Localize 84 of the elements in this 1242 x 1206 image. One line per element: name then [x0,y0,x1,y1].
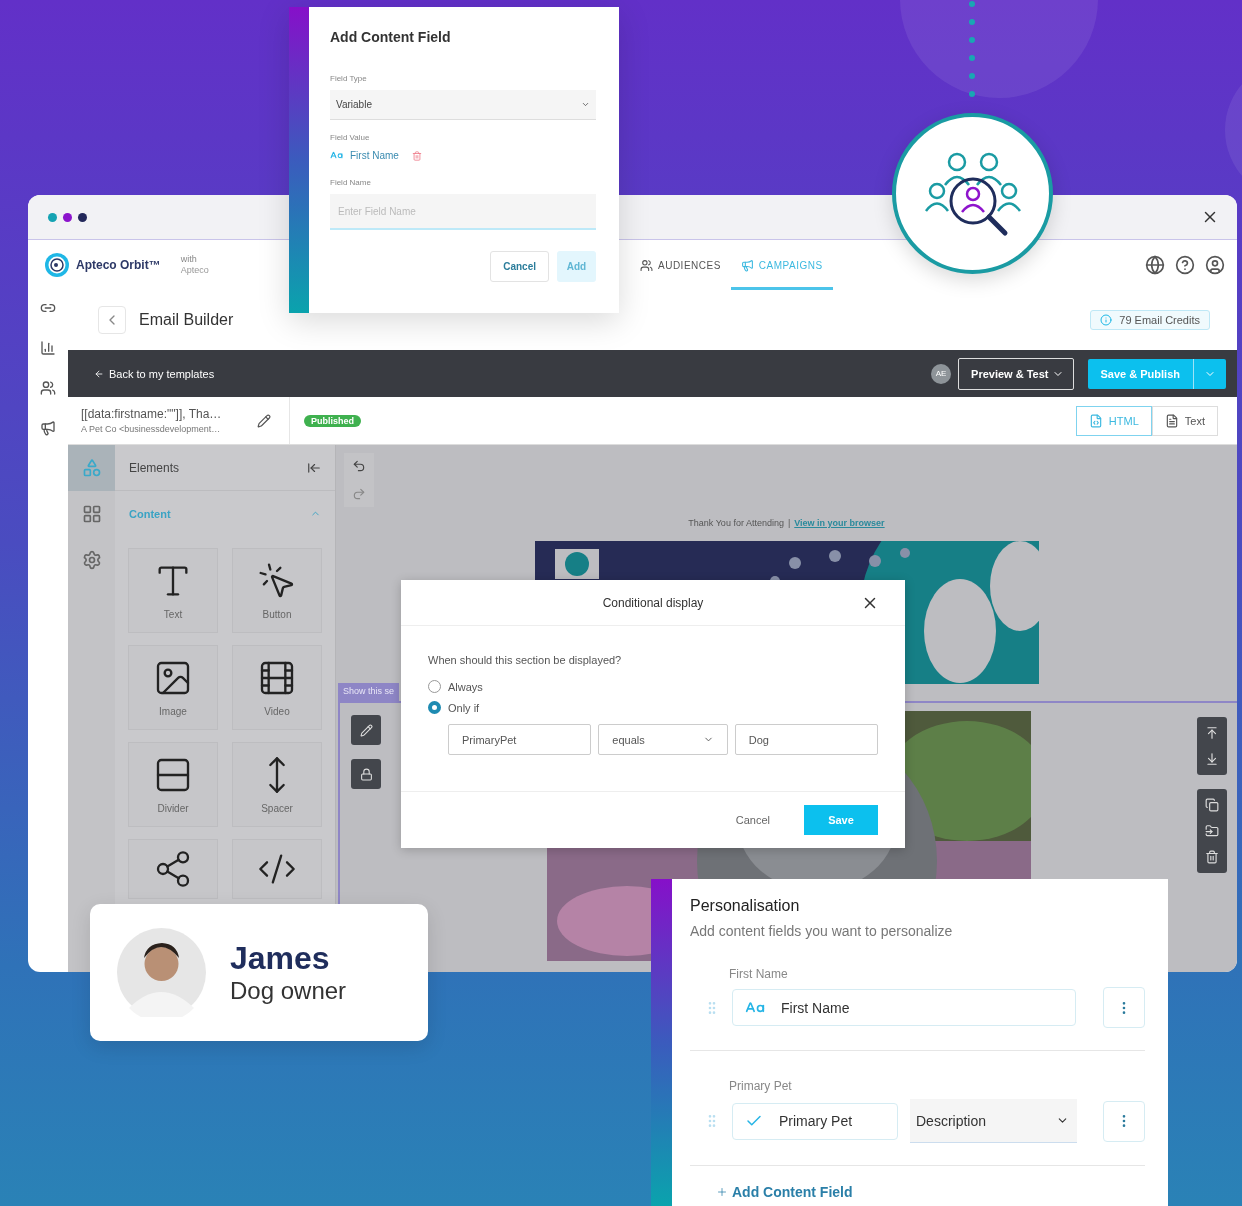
chart-icon[interactable] [40,340,56,356]
people-icon [640,258,653,272]
radio-option[interactable]: Always [428,680,878,693]
radio-option[interactable]: Only if [428,701,878,714]
field-label: Field Type [330,74,368,83]
dialog-title: Conditional display [602,595,704,610]
content-field[interactable]: First Name [732,989,1076,1026]
edit-button[interactable] [351,715,381,745]
field-label: First Name [729,967,789,981]
type-select[interactable]: Variable [330,90,596,120]
sender-line: A Pet Co <businessdevelopment… [81,424,222,434]
format-select[interactable]: Description [910,1099,1077,1143]
code-file-icon [1088,413,1103,428]
view-toggle[interactable]: Text [1151,405,1218,436]
collapse-icon[interactable] [307,460,321,475]
user-icon[interactable] [1205,255,1225,275]
copy-icon[interactable] [1205,798,1219,812]
brand-label: Apteco [180,265,209,276]
element-tile[interactable] [232,839,322,899]
field-label: Field Name [330,178,372,187]
element-tile[interactable]: Divider [128,742,218,827]
element-tile[interactable]: Image [128,645,218,730]
view-toggle[interactable]: HTML [1075,405,1152,436]
help-icon[interactable] [1175,255,1195,275]
element-tile[interactable]: Text [128,548,218,633]
megaphone-icon [740,258,754,272]
pencil-icon[interactable] [257,413,271,428]
preview-button[interactable]: Preview & Test [958,357,1074,390]
lock-button[interactable] [351,759,381,789]
user-avatar: AE [931,363,952,384]
field-value: First Name [350,150,399,161]
dialog-question: When should this section be displayed? [428,654,623,666]
info-icon [1100,314,1113,326]
element-tile[interactable]: Spacer [232,742,322,827]
undo-icon[interactable] [352,459,366,473]
field-label: Primary Pet [729,1079,793,1093]
caret-button[interactable] [1193,358,1226,389]
page-title: Email Builder [139,311,234,329]
field-label: Field Value [330,133,371,142]
back-link[interactable]: Back to my templates [94,367,215,380]
settings-icon [81,550,102,570]
panel-title: Elements [129,460,180,475]
field-input[interactable]: PrimaryPet [448,724,592,755]
app-name: Apteco Orbit™ [76,258,161,272]
shapes-icon [81,458,102,478]
section-tag: Show this se [338,683,400,701]
card-subtitle: Add content fields you want to personalize [690,923,954,939]
move-up-icon[interactable] [1205,726,1219,740]
separator: | [787,518,791,528]
caret-icon [581,100,590,109]
logo-icon [44,252,70,278]
element-tile[interactable]: Button [232,548,322,633]
popup-title: Add Content Field [330,29,452,45]
trash-icon[interactable] [1205,850,1219,864]
cancel-button[interactable]: Cancel [729,813,776,827]
megaphone-icon[interactable] [40,420,56,436]
content-field[interactable]: Primary Pet [732,1102,898,1140]
value-input[interactable]: Dog [734,724,878,755]
card-title: Personalisation [690,897,801,915]
globe-icon[interactable] [1145,255,1165,275]
with-label: with [180,254,198,265]
nav-tab[interactable]: AUDIENCES [630,240,731,290]
persona-role: Dog owner [230,977,347,1005]
subject-line: [[data:firstname:""]], Tha… [81,407,223,421]
move-down-icon[interactable] [1205,752,1219,766]
element-tile[interactable] [128,839,218,899]
document-icon [1164,413,1179,428]
credits-badge: 79 Email Credits [1090,310,1210,330]
preheader-text: Thank You for Attending [688,518,784,528]
status-badge: Published [304,414,361,427]
folder-icon[interactable] [1205,824,1219,838]
arrow-left-icon [94,368,104,379]
layout-icon [81,504,102,524]
plus-icon [716,1186,728,1198]
nav-tab[interactable]: CAMPAIGNS [730,240,833,290]
pencil-icon [359,723,373,737]
operator-select[interactable]: equals [598,724,728,755]
persona-name: James [230,940,331,977]
cancel-button[interactable]: Cancel [490,251,549,282]
people-icon[interactable] [40,380,56,396]
name-input[interactable]: Enter Field Name [330,194,596,230]
lock-icon [359,767,373,781]
add-field-link[interactable]: Add Content Field [716,1184,853,1200]
element-tile[interactable]: Video [232,645,322,730]
